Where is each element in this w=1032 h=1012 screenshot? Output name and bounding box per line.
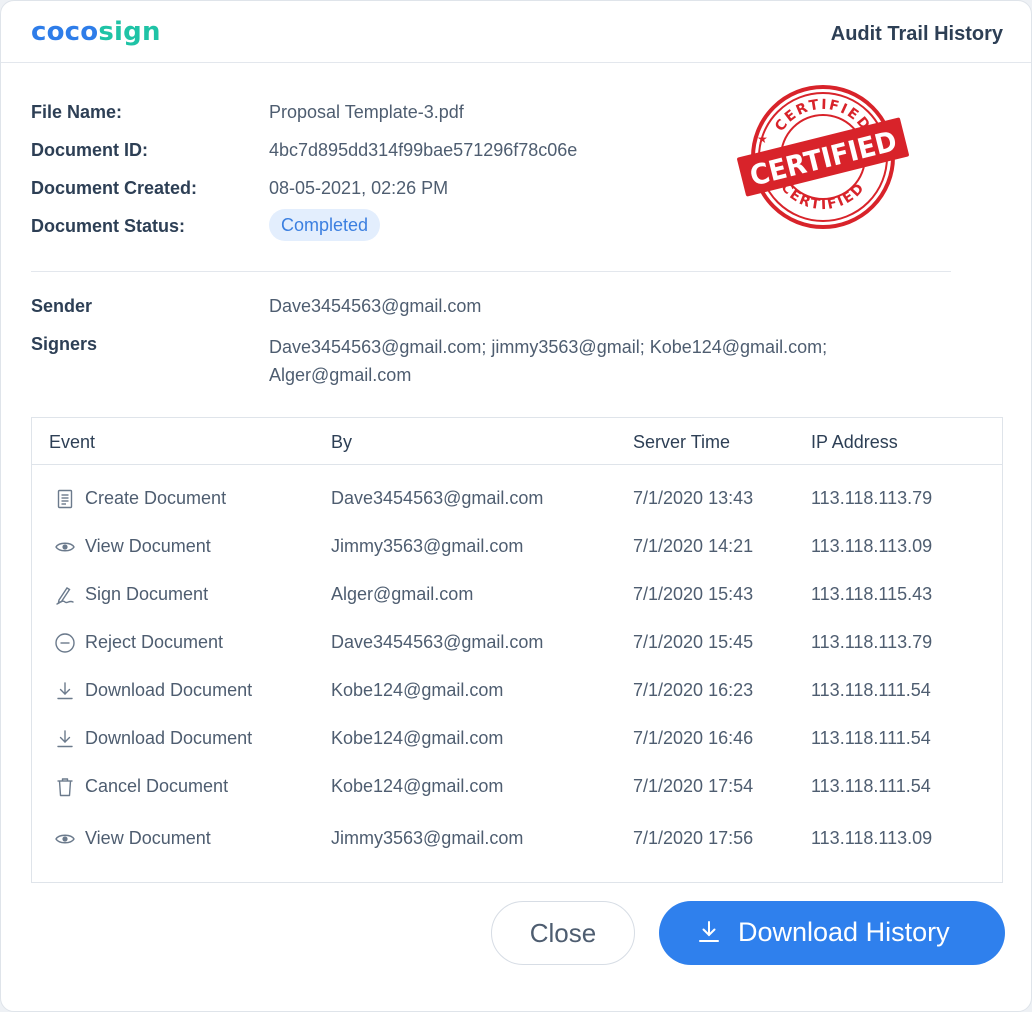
document-id-value: 4bc7d895dd314f99bae571296f78c06e [269,140,578,160]
sender-label: Sender [31,296,93,316]
event-label: Create Document [85,488,227,508]
header-event: Event [49,432,96,452]
event-by: Alger@gmail.com [331,584,474,604]
signers-label: Signers [31,334,98,354]
event-label: Reject Document [85,632,224,652]
event-label: Download Document [85,680,253,700]
event-ip: 113.118.113.79 [811,488,933,508]
event-time: 7/1/2020 14:21 [633,536,754,556]
header-ip-address: IP Address [811,432,898,452]
eye-icon [55,834,75,844]
event-label: Cancel Document [85,776,229,796]
document-created-value: 08-05-2021, 02:26 PM [269,178,449,198]
logo-part-sign: sign [98,17,161,47]
table-row: View Document Jimmy3563@gmail.com 7/1/20… [32,532,1002,562]
table-row: Download Document Kobe124@gmail.com 7/1/… [32,676,1002,706]
table-row: Cancel Document Kobe124@gmail.com 7/1/20… [32,772,1002,802]
event-time: 7/1/2020 15:43 [633,584,754,604]
header-by: By [331,432,353,452]
stamp-center-text: CERTIFIED [747,124,901,192]
svg-text:★: ★ [757,132,768,146]
download-history-label: Download History [738,917,950,947]
event-ip: 113.118.111.54 [811,728,931,748]
section-divider [31,271,951,272]
eye-icon [55,542,75,552]
download-history-button[interactable]: Download History [659,901,1005,965]
download-icon [57,682,73,700]
table-row: View Document Jimmy3563@gmail.com 7/1/20… [32,824,1002,854]
event-by: Dave3454563@gmail.com [331,488,544,508]
event-ip: 113.118.113.09 [811,828,933,848]
event-ip: 113.118.113.09 [811,536,933,556]
status-badge: Completed [269,209,381,241]
event-time: 7/1/2020 17:54 [633,776,754,796]
file-name-value: Proposal Template-3.pdf [269,102,464,122]
table-row: Create Document Dave3454563@gmail.com 7/… [32,484,1002,514]
trash-icon [57,778,73,797]
event-by: Jimmy3563@gmail.com [331,828,524,848]
event-by: Kobe124@gmail.com [331,680,504,700]
event-by: Jimmy3563@gmail.com [331,536,524,556]
modal-header: cocosign Audit Trail History [1,1,1031,63]
document-id-label: Document ID: [31,140,148,160]
event-label: View Document [85,828,211,848]
header-server-time: Server Time [633,432,731,452]
document-icon [57,489,73,509]
certified-stamp-icon: CERTIFIED CERTIFIED ★ ★ CERTIFIED [737,85,909,229]
event-by: Kobe124@gmail.com [331,776,504,796]
event-ip: 113.118.111.54 [811,776,931,796]
document-created-label: Document Created: [31,178,198,198]
event-time: 7/1/2020 17:56 [633,828,754,848]
close-button[interactable]: Close [491,901,635,965]
event-label: Download Document [85,728,253,748]
event-ip: 113.118.115.43 [811,584,933,604]
event-label: View Document [85,536,211,556]
event-time: 7/1/2020 13:43 [633,488,754,508]
event-label: Sign Document [85,584,209,604]
event-time: 7/1/2020 16:23 [633,680,754,700]
table-row: Download Document Kobe124@gmail.com 7/1/… [32,724,1002,754]
table-row: Reject Document Dave3454563@gmail.com 7/… [32,628,1002,658]
event-ip: 113.118.113.79 [811,632,933,652]
document-status-label: Document Status: [31,216,186,236]
signers-value: Dave3454563@gmail.com; jimmy3563@gmail; … [269,337,828,385]
file-name-label: File Name: [31,102,123,122]
page-title: Audit Trail History [830,23,1003,45]
reject-circle-icon [55,633,75,653]
audit-table: Event By Server Time IP Address Create D… [31,417,1003,883]
table-row: Sign Document Alger@gmail.com 7/1/2020 1… [32,580,1002,610]
table-header: Event By Server Time IP Address [32,418,1002,465]
sender-value: Dave3454563@gmail.com [269,296,482,316]
event-by: Dave3454563@gmail.com [331,632,544,652]
event-by: Kobe124@gmail.com [331,728,504,748]
logo-part-coco: coco [31,17,99,47]
event-ip: 113.118.111.54 [811,680,931,700]
download-icon [699,921,719,942]
audit-trail-modal: cocosign Audit Trail History File Name: … [0,0,1032,1012]
cocosign-logo: cocosign [31,17,161,47]
event-time: 7/1/2020 16:46 [633,728,754,748]
download-icon [57,730,73,748]
signature-pen-icon [56,587,74,605]
event-time: 7/1/2020 15:45 [633,632,754,652]
